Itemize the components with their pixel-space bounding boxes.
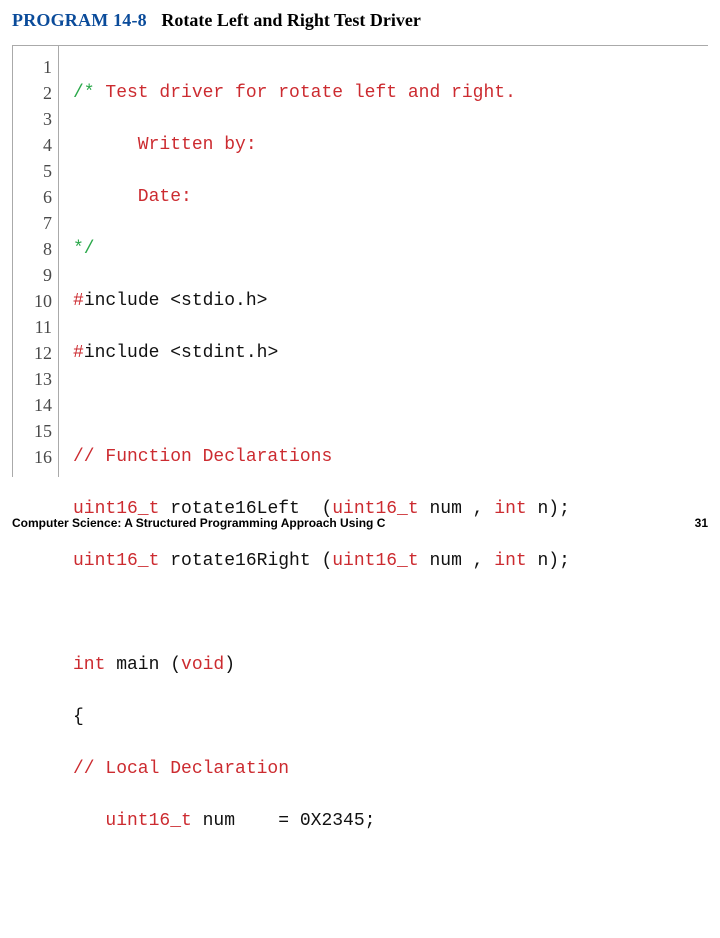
program-label: PROGRAM 14-8 — [12, 10, 147, 30]
code-body: /* Test driver for rotate left and right… — [59, 46, 708, 477]
code-line: uint16_t num = 0X2345; — [73, 808, 698, 834]
line-number: 2 — [13, 80, 52, 106]
token-plain: main ( — [105, 655, 181, 675]
footer-text: Computer Science: A Structured Programmi… — [12, 516, 385, 530]
token-type: int — [73, 655, 105, 675]
slide-footer: Computer Science: A Structured Programmi… — [12, 516, 708, 530]
code-line: // Local Declaration — [73, 756, 698, 782]
line-number: 12 — [13, 340, 52, 366]
line-number: 1 — [13, 54, 52, 80]
token-type: int — [494, 551, 526, 571]
token-type: void — [181, 655, 224, 675]
line-number: 8 — [13, 236, 52, 262]
line-number: 9 — [13, 262, 52, 288]
line-number: 14 — [13, 392, 52, 418]
token-type: uint16_t — [73, 551, 159, 571]
token-plain: num , — [419, 551, 495, 571]
token-plain: num = 0X2345; — [192, 811, 376, 831]
token-plain: rotate16Right ( — [159, 551, 332, 571]
code-line: Written by: — [73, 132, 698, 158]
line-number-gutter: 1 2 3 4 5 6 7 8 9 10 11 12 13 14 15 16 — [13, 46, 59, 477]
token-type: uint16_t — [332, 551, 418, 571]
code-line: Date: — [73, 184, 698, 210]
line-number: 11 — [13, 314, 52, 340]
program-title: Rotate Left and Right Test Driver — [161, 10, 420, 30]
token-hash: # — [73, 343, 84, 363]
line-number: 16 — [13, 444, 52, 470]
code-line: int main (void) — [73, 652, 698, 678]
token-plain: include <stdint.h> — [84, 343, 278, 363]
line-number: 3 — [13, 106, 52, 132]
token-comment-text: Test driver for rotate left and right. — [105, 83, 515, 103]
line-number: 15 — [13, 418, 52, 444]
token-plain: include <stdio.h> — [84, 291, 268, 311]
code-line: /* Test driver for rotate left and right… — [73, 80, 698, 106]
code-line-blank — [73, 392, 698, 418]
line-number: 13 — [13, 366, 52, 392]
code-line-blank — [73, 600, 698, 626]
line-number: 4 — [13, 132, 52, 158]
code-line: // Function Declarations — [73, 444, 698, 470]
token-plain: n); — [527, 551, 570, 571]
code-line-blank — [73, 860, 698, 886]
line-number: 10 — [13, 288, 52, 314]
token-plain: ) — [224, 655, 235, 675]
token-type: uint16_t — [73, 811, 192, 831]
code-line: */ — [73, 236, 698, 262]
code-line: #include <stdio.h> — [73, 288, 698, 314]
code-line: { — [73, 704, 698, 730]
line-number: 5 — [13, 158, 52, 184]
page-number: 31 — [695, 516, 708, 530]
slide-header: PROGRAM 14-8 Rotate Left and Right Test … — [0, 0, 720, 37]
token-comment-delim: /* — [73, 83, 105, 103]
code-line: #include <stdint.h> — [73, 340, 698, 366]
code-line: uint16_t rotate16Right (uint16_t num , i… — [73, 548, 698, 574]
token-hash: # — [73, 291, 84, 311]
line-number: 6 — [13, 184, 52, 210]
line-number: 7 — [13, 210, 52, 236]
code-listing: 1 2 3 4 5 6 7 8 9 10 11 12 13 14 15 16 /… — [12, 45, 708, 477]
